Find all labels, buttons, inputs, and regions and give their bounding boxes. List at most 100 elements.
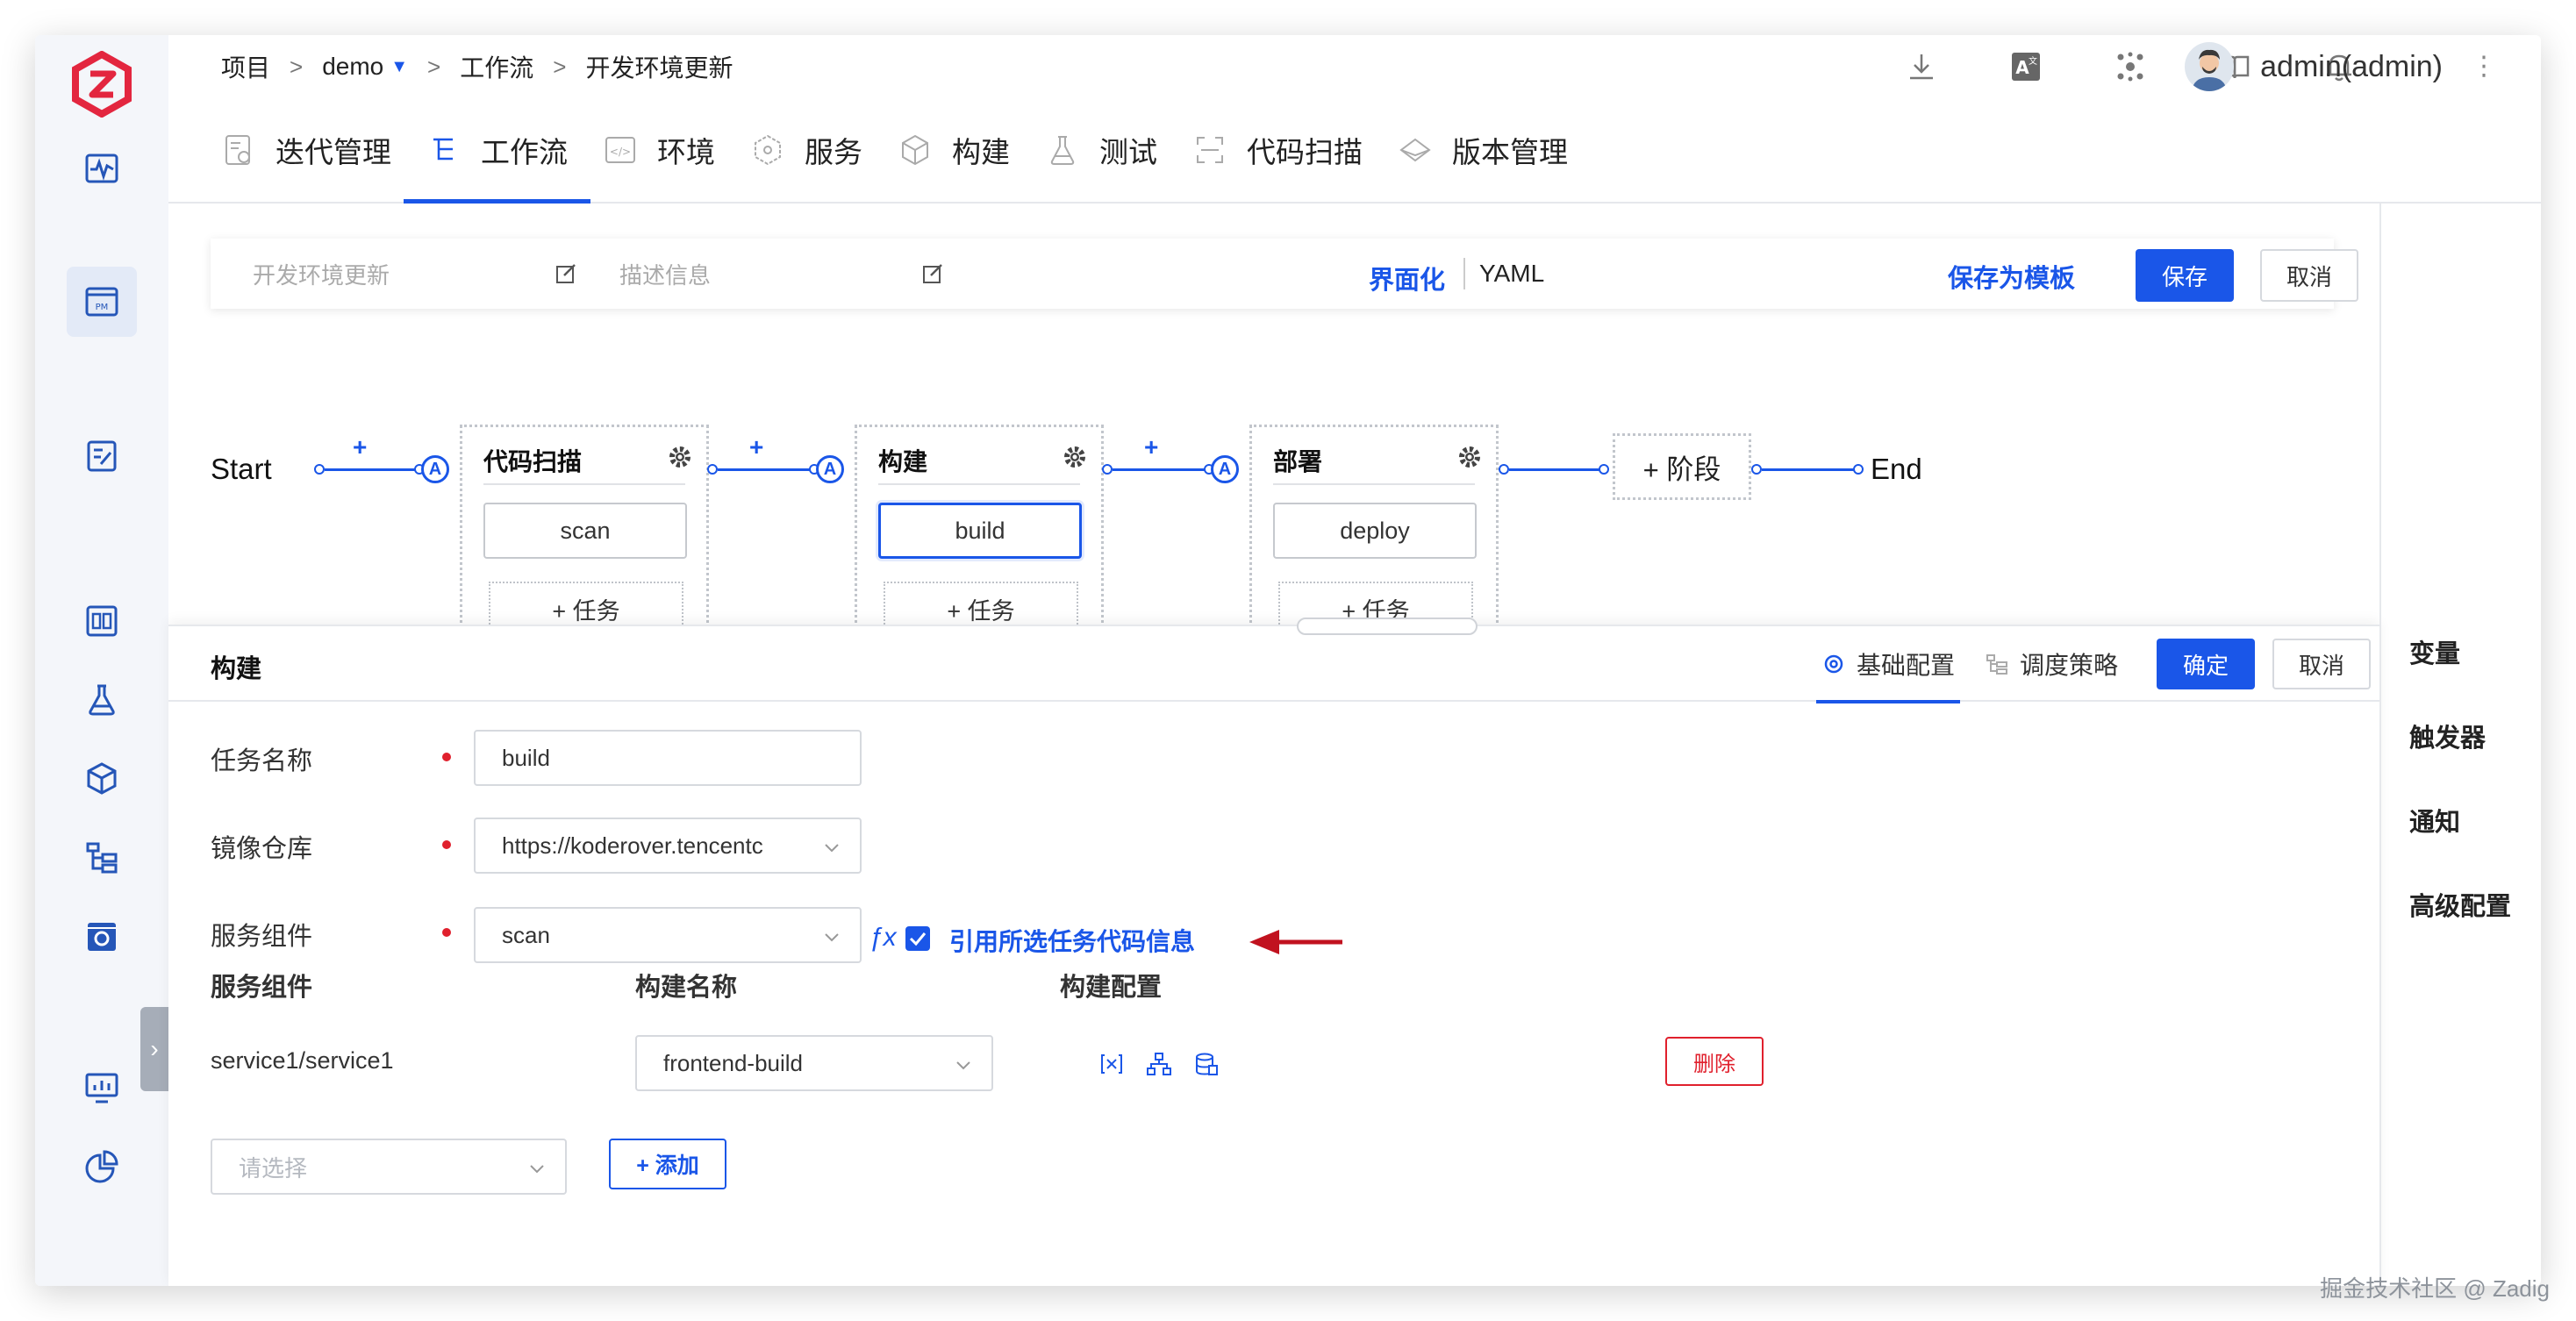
avatar[interactable] (2185, 42, 2235, 91)
approval-icon[interactable]: A (816, 455, 844, 483)
cancel-button[interactable]: 取消 (2260, 249, 2358, 302)
add-stage-plus[interactable]: + (749, 433, 763, 461)
use-code-info-label[interactable]: 引用所选任务代码信息 (949, 923, 1195, 958)
workflow-edit-bar: 开发环境更新 描述信息 界面化 YAML 保存为模板 保存 取消 (211, 239, 2358, 309)
right-item-advanced[interactable]: 高级配置 (2409, 886, 2511, 923)
gear-icon (1824, 654, 1843, 674)
confirm-button[interactable]: 确定 (2157, 639, 2255, 689)
save-as-template-link[interactable]: 保存为模板 (1948, 258, 2075, 295)
col-build-config: 构建配置 (1060, 974, 1163, 1002)
gear-box-icon (88, 923, 116, 951)
service-cube-icon (755, 134, 781, 166)
workflow-start-label: Start (211, 453, 272, 485)
mode-yaml-toggle[interactable]: YAML (1479, 260, 1544, 288)
add-stage-plus[interactable]: + (353, 433, 367, 461)
workflow-desc-field[interactable]: 描述信息 (619, 239, 944, 309)
build-cube-icon (902, 134, 928, 166)
right-item-triggers[interactable]: 触发器 (2409, 718, 2486, 754)
sidebar-collapse-handle[interactable]: › (140, 1007, 168, 1091)
watermark: 掘金技术社区 @ Zadig (2320, 1275, 2550, 1302)
workflow-name-field[interactable]: 开发环境更新 (253, 239, 577, 309)
build-name-select[interactable]: frontend-build (635, 1035, 993, 1091)
gear-icon[interactable] (666, 443, 694, 471)
mode-ui-toggle[interactable]: 界面化 (1369, 260, 1445, 296)
add-button[interactable]: + 添加 (609, 1139, 726, 1189)
variable-x-icon[interactable] (1098, 1051, 1125, 1077)
sidebar-build-icon[interactable] (67, 586, 137, 656)
hierarchy-icon[interactable] (1146, 1051, 1172, 1077)
tab-service[interactable]: 服务 (750, 98, 862, 202)
service-component-label: 服务组件 (211, 923, 313, 951)
divider (483, 483, 685, 485)
sidebar-delivery-icon[interactable] (67, 744, 137, 814)
tab-test[interactable]: 测试 (1045, 98, 1157, 202)
sidebar-test-icon[interactable] (67, 665, 137, 735)
sidebar-settings-icon[interactable] (67, 902, 137, 972)
tab-build[interactable]: 构建 (898, 98, 1010, 202)
connector-dot (1102, 464, 1113, 475)
approval-icon[interactable]: A (421, 455, 449, 483)
right-item-variables[interactable]: 变量 (2409, 633, 2460, 670)
use-code-info-checkbox[interactable] (905, 926, 930, 951)
chevron-down-icon (825, 844, 839, 853)
sidebar-template-icon[interactable] (67, 421, 137, 491)
translate-icon[interactable]: A文 (2008, 49, 2043, 84)
tab-code-scan[interactable]: 代码扫描 (1192, 98, 1363, 202)
package-icon (87, 762, 117, 795)
download-icon[interactable] (1904, 49, 1939, 84)
right-item-notifications[interactable]: 通知 (2409, 802, 2460, 839)
breadcrumb-project[interactable]: 项目 (221, 49, 270, 84)
job-card[interactable]: deploy (1273, 503, 1477, 559)
add-stage-button[interactable]: + 阶段 (1613, 433, 1751, 500)
breadcrumb-demo[interactable]: demo (322, 53, 383, 81)
stage-build[interactable]: 构建 build + 任务 (855, 425, 1104, 635)
check-icon (909, 932, 927, 946)
connector-line (325, 468, 416, 471)
mode-divider (1463, 258, 1465, 289)
save-button[interactable]: 保存 (2136, 249, 2234, 302)
sidebar-env-icon[interactable] (67, 823, 137, 893)
plugin-icon[interactable] (2113, 49, 2148, 84)
diamond-icon (1399, 138, 1431, 162)
service-component-select[interactable]: scan (474, 907, 862, 963)
more-vertical-icon[interactable]: ⋮ (2471, 51, 2497, 82)
chevron-down-icon (530, 1165, 544, 1174)
stage-deploy[interactable]: 部署 deploy + 任务 (1249, 425, 1499, 635)
tab-environment[interactable]: </> 环境 (603, 98, 715, 202)
tab-version[interactable]: 版本管理 (1398, 98, 1568, 202)
zadig-logo-icon[interactable] (68, 51, 135, 118)
top-bar: 项目 > demo ▼ > 工作流 > 开发环境更新 A文 admin(admi… (168, 35, 2541, 98)
user-name[interactable]: admin(admin) (2260, 50, 2443, 84)
gear-icon[interactable] (1456, 443, 1484, 471)
breadcrumb-workflow[interactable]: 工作流 (460, 49, 533, 84)
tab-iteration[interactable]: 迭代管理 (221, 98, 391, 202)
tab-label: 测试 (1099, 136, 1157, 168)
connector-dot (707, 464, 718, 475)
stage-code-scan[interactable]: 代码扫描 scan + 任务 (460, 425, 709, 635)
add-stage-plus[interactable]: + (1144, 433, 1158, 461)
add-service-select[interactable]: 请选择 (211, 1139, 567, 1195)
tab-basic-config[interactable]: 基础配置 (1815, 626, 1961, 703)
delete-button[interactable]: 删除 (1665, 1037, 1764, 1086)
registry-value: https://koderover.tencentc (502, 832, 763, 859)
tab-schedule-strategy[interactable]: 调度策略 (1985, 626, 2118, 702)
registry-select[interactable]: https://koderover.tencentc (474, 818, 862, 874)
job-card[interactable]: scan (483, 503, 687, 559)
approval-icon[interactable]: A (1211, 455, 1239, 483)
database-icon[interactable] (1193, 1051, 1220, 1077)
job-card-selected[interactable]: build (878, 503, 1082, 559)
panel-cancel-button[interactable]: 取消 (2272, 639, 2371, 689)
sidebar-dashboard-icon[interactable] (67, 133, 137, 204)
sidebar-monitor-icon[interactable] (67, 1053, 137, 1123)
stage-title: 代码扫描 (483, 448, 583, 475)
task-name-input[interactable]: build (474, 730, 862, 786)
edit-icon[interactable] (555, 262, 577, 285)
sidebar-project-icon[interactable]: PM (67, 267, 137, 337)
gear-icon[interactable] (1061, 443, 1089, 471)
required-marker (442, 840, 451, 849)
tab-workflow[interactable]: 工作流 (404, 98, 590, 204)
caret-down-icon[interactable]: ▼ (390, 57, 408, 77)
edit-icon[interactable] (921, 262, 944, 285)
function-fx-icon[interactable]: ƒx (869, 923, 897, 953)
sidebar-stats-icon[interactable] (67, 1132, 137, 1202)
